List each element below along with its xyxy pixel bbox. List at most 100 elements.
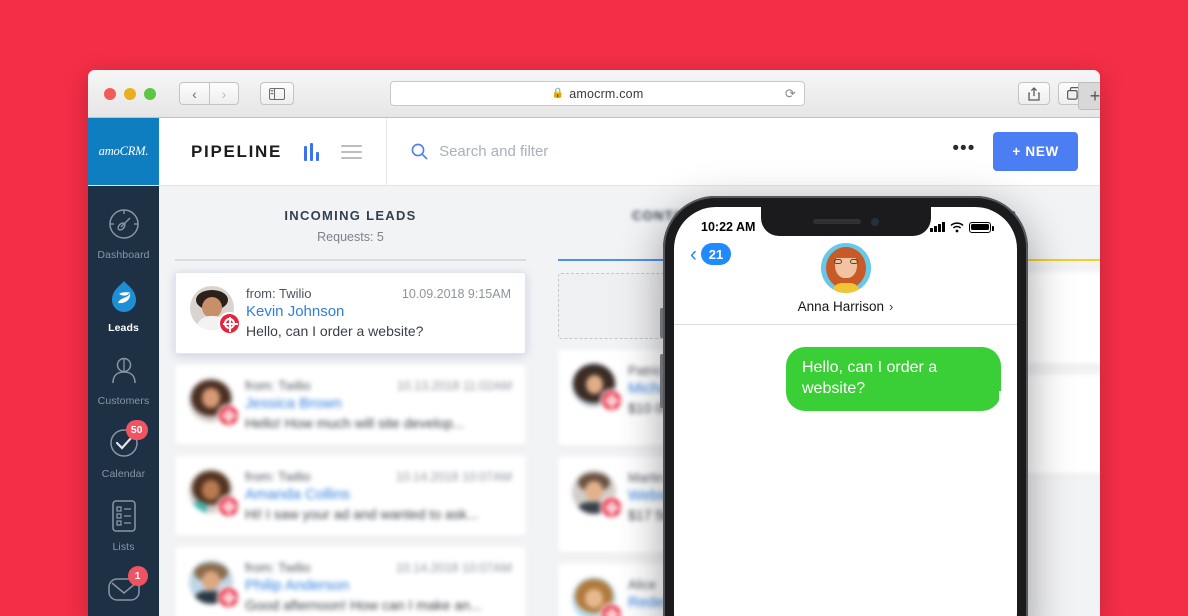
avatar — [190, 286, 241, 335]
chevron-right-icon: › — [888, 299, 894, 314]
mail-icon: 1 — [104, 566, 148, 609]
avatar — [189, 560, 240, 609]
message-bubble-outgoing: Hello, can I order a website? — [786, 347, 1011, 411]
sidebar-item-label: Customers — [97, 395, 150, 407]
avatar — [572, 363, 623, 412]
more-options-button[interactable]: ••• — [952, 139, 975, 158]
lead-source: from: Twilio — [246, 286, 312, 301]
sidebar-item-label: Calendar — [101, 468, 146, 480]
window-traffic-lights[interactable] — [98, 87, 156, 100]
lead-message: Hello! How much will site develop... — [245, 415, 465, 431]
url-text: amocrm.com — [569, 86, 644, 101]
lead-date: 10.14.2018 10:07AM — [395, 470, 512, 484]
status-badge: 1 — [127, 566, 148, 586]
column-divider — [175, 259, 526, 261]
list-icon[interactable] — [341, 144, 363, 159]
cellular-signal-icon — [930, 222, 945, 232]
avatar — [572, 470, 623, 519]
sidebar-item-mail[interactable]: 1 — [88, 566, 159, 609]
lead-name[interactable]: Jessica Brown — [245, 395, 512, 412]
navigation-buttons[interactable]: ‹ › — [179, 82, 239, 105]
back-to-messages-button[interactable]: ‹ 21 — [690, 243, 731, 265]
earpiece-speaker — [812, 219, 861, 224]
lead-source: from: Twilio — [245, 469, 311, 484]
sidebar-toggle-icon[interactable] — [260, 82, 294, 105]
leads-icon — [104, 277, 144, 317]
minimize-window-button[interactable] — [124, 87, 136, 100]
add-new-button[interactable]: + NEW — [993, 132, 1078, 171]
sidebar-item-label: Dashboard — [97, 249, 150, 261]
calendar-icon: 50 — [104, 420, 148, 463]
lead-date: 10.13.2018 11:02AM — [396, 379, 512, 393]
amocrm-logo[interactable]: amoCRM. — [88, 118, 159, 185]
status-indicators — [930, 221, 994, 233]
new-tab-button[interactable]: + — [1078, 82, 1100, 110]
avatar — [189, 378, 240, 427]
lead-date: 10.14.2018 10:07AM — [395, 561, 512, 575]
source-icon — [217, 586, 240, 609]
battery-icon — [969, 221, 994, 233]
source-icon — [218, 312, 241, 335]
reload-icon[interactable]: ⟳ — [785, 86, 796, 102]
source-icon — [600, 603, 623, 616]
contact-name-row[interactable]: Anna Harrison › — [798, 299, 894, 314]
share-icon[interactable] — [1018, 82, 1050, 105]
lock-icon: 🔒 — [551, 88, 565, 99]
column-subtitle: Requests: 5 — [317, 230, 384, 244]
message-list: Hello, can I order a website? — [674, 325, 1017, 411]
search-input[interactable]: Search and filter — [386, 118, 952, 185]
lead-card[interactable]: from: Twilio 10.13.2018 11:02AM Jessica … — [175, 365, 526, 445]
phone-mockup: 10:22 AM ‹ 21 Anna Harrison › Hello, can… — [660, 196, 1028, 616]
source-icon — [217, 495, 240, 518]
status-time: 10:22 AM — [701, 220, 756, 234]
front-camera — [870, 217, 879, 226]
lead-source: from: Twilio — [245, 378, 311, 393]
sidebar-item-label: Lists — [112, 541, 135, 553]
status-badge: 50 — [125, 420, 148, 440]
close-window-button[interactable] — [104, 87, 116, 100]
lead-card[interactable]: from: Twilio 10.14.2018 10:07AM Philip A… — [175, 547, 526, 616]
sidebar-item-dashboard[interactable]: Dashboard — [88, 204, 159, 261]
lists-icon — [104, 496, 144, 536]
browser-toolbar: ‹ › 🔒 amocrm.com ⟳ + — [88, 70, 1100, 118]
lead-name[interactable]: Kevin Johnson — [246, 303, 511, 320]
wifi-icon — [950, 221, 964, 232]
source-icon — [217, 404, 240, 427]
lead-name[interactable]: Philip Anderson — [245, 577, 512, 594]
zoom-window-button[interactable] — [144, 87, 156, 100]
header-left-group: PIPELINE — [159, 118, 363, 185]
lead-name[interactable]: Amanda Collins — [245, 486, 512, 503]
column-title: INCOMING LEADS — [284, 208, 417, 223]
lead-message: Hi! I saw your ad and wanted to ask... — [245, 506, 479, 522]
back-button[interactable]: ‹ — [179, 82, 209, 105]
phone-notch — [760, 207, 931, 236]
app-header: amoCRM. PIPELINE Search and filter ••• +… — [88, 118, 1100, 186]
sidebar-item-leads[interactable]: Leads — [88, 277, 159, 334]
page-canvas: ‹ › 🔒 amocrm.com ⟳ + amoCRM. PIPELINE Se… — [0, 0, 1188, 616]
board-column-incoming-leads: INCOMING LEADS Requests: 5 from: Twilio … — [159, 186, 542, 616]
lead-card[interactable]: from: Twilio 10.09.2018 9:15AM Kevin Joh… — [175, 272, 526, 354]
sidebar: Dashboard Leads Customers 50 Calendar Li… — [88, 186, 159, 616]
phone-screen: 10:22 AM ‹ 21 Anna Harrison › Hello, can… — [674, 207, 1017, 616]
sidebar-item-lists[interactable]: Lists — [88, 496, 159, 553]
search-icon — [411, 143, 428, 160]
lead-date: 10.09.2018 9:15AM — [401, 287, 511, 301]
address-bar[interactable]: 🔒 amocrm.com ⟳ — [390, 81, 805, 106]
source-icon — [600, 496, 623, 519]
lead-source: from: Twilio — [245, 560, 311, 575]
unread-count-badge: 21 — [701, 243, 731, 265]
sidebar-item-customers[interactable]: Customers — [88, 350, 159, 407]
chevron-left-icon[interactable]: ‹ — [690, 244, 697, 265]
forward-button[interactable]: › — [209, 82, 239, 105]
lead-card[interactable]: from: Twilio 10.14.2018 10:07AM Amanda C… — [175, 456, 526, 536]
page-title: PIPELINE — [191, 141, 283, 161]
sidebar-item-calendar[interactable]: 50 Calendar — [88, 420, 159, 480]
kanban-icon[interactable] — [304, 142, 320, 161]
search-placeholder: Search and filter — [439, 143, 549, 160]
header-right-group: ••• + NEW — [952, 118, 1100, 185]
source-icon — [600, 389, 623, 412]
lead-message: Hello, can I order a website? — [246, 323, 424, 339]
avatar — [820, 243, 871, 293]
avatar — [189, 469, 240, 518]
conversation-header: ‹ 21 Anna Harrison › — [674, 241, 1017, 325]
